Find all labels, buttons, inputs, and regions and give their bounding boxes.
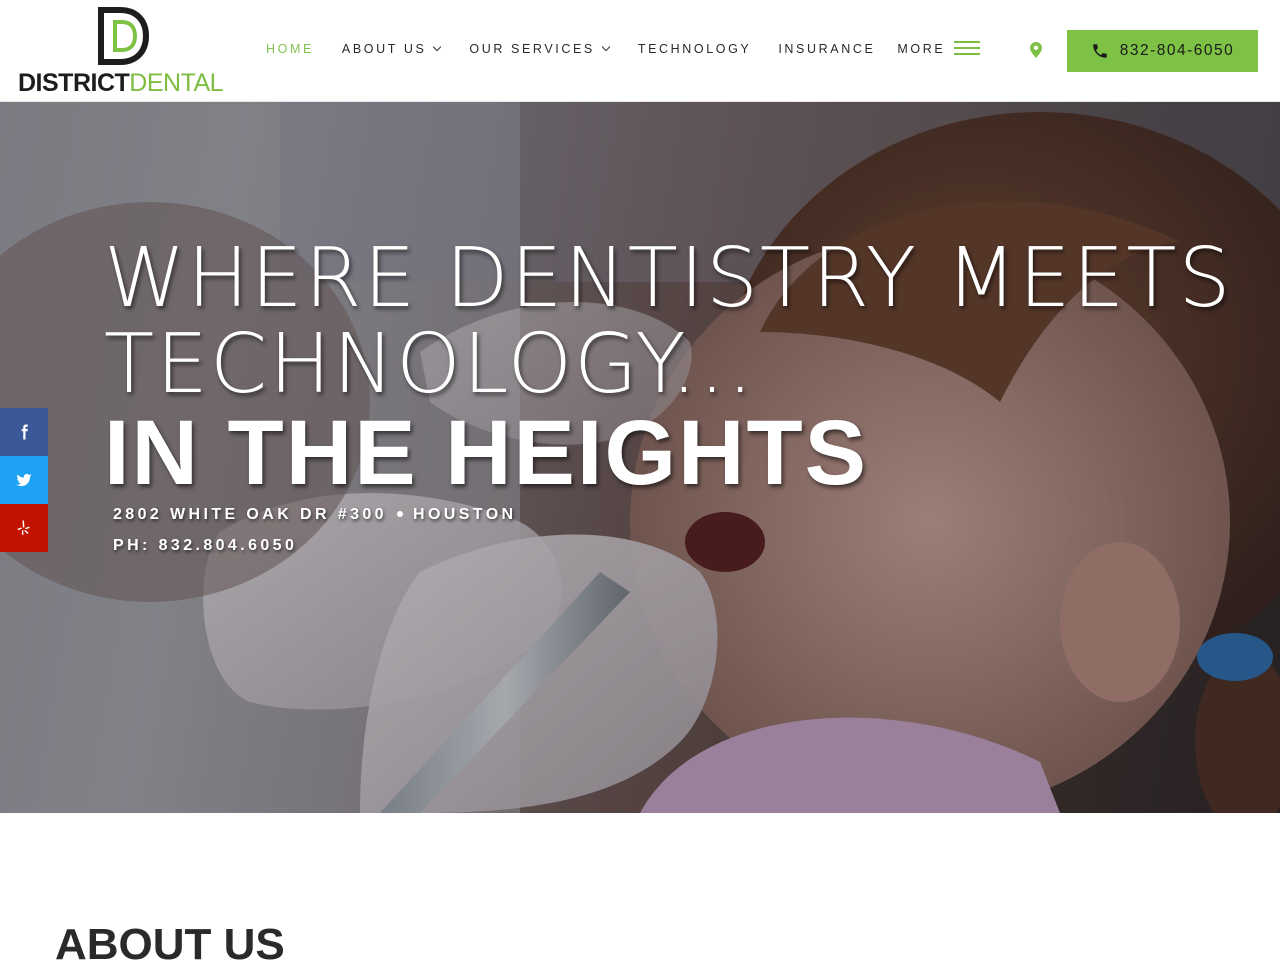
- hero-address-city: HOUSTON: [412, 506, 517, 523]
- yelp-link[interactable]: [0, 504, 48, 552]
- hero-headline-line2: TECHNOLOGY...: [104, 317, 756, 412]
- chevron-down-icon: [601, 42, 611, 52]
- nav-item-label: OUR SERVICES: [469, 42, 595, 56]
- chevron-down-icon: [433, 42, 442, 52]
- separator-dot-icon: [396, 510, 403, 517]
- map-pin-icon[interactable]: [1030, 42, 1042, 58]
- nav-item-label: TECHNOLOGY: [637, 42, 752, 56]
- main-nav: HOME ABOUT US OUR SERVICES TECHNOLOGY IN…: [266, 40, 945, 58]
- call-button-label: 832-804-6050: [1119, 42, 1235, 59]
- hamburger-icon[interactable]: [954, 41, 980, 55]
- nav-item-label: ABOUT US: [341, 42, 427, 56]
- call-button[interactable]: 832-804-6050: [1067, 30, 1258, 72]
- nav-item-more[interactable]: MORE: [897, 42, 945, 56]
- logo-wordmark-dental: DENTAL: [129, 69, 224, 97]
- twitter-link[interactable]: [0, 456, 48, 504]
- nav-item-label: INSURANCE: [778, 42, 876, 56]
- nav-item-home[interactable]: HOME: [266, 42, 314, 56]
- site-header: DISTRICTDENTAL HOME ABOUT US OUR SERVICE…: [0, 0, 1280, 102]
- facebook-icon: [21, 424, 28, 440]
- nav-item-insurance[interactable]: INSURANCE: [778, 42, 875, 56]
- logo-mark-icon: [98, 7, 150, 65]
- logo-wordmark-district: DISTRICT: [18, 69, 130, 97]
- phone-icon: [1092, 44, 1107, 58]
- hero-phone[interactable]: PH: 832.804.6050: [113, 537, 297, 555]
- district-dental-logo[interactable]: DISTRICTDENTAL: [18, 6, 224, 98]
- about-section-title: ABOUT US: [55, 920, 285, 960]
- nav-item-about-us[interactable]: ABOUT US: [341, 42, 442, 56]
- hero-address-street: 2802 WHITE OAK DR #300: [113, 506, 387, 523]
- yelp-icon: [17, 520, 30, 535]
- hero-address: 2802 WHITE OAK DR #300 HOUSTON: [113, 506, 517, 524]
- nav-item-our-services[interactable]: OUR SERVICES: [469, 42, 611, 56]
- nav-item-label: MORE: [897, 42, 946, 56]
- hero-banner: WHERE DENTISTRY MEETS TECHNOLOGY... IN T…: [0, 102, 1280, 813]
- hero-headline-line3: IN THE HEIGHTS: [104, 402, 869, 504]
- twitter-icon: [16, 473, 32, 487]
- logo-wordmark: DISTRICTDENTAL: [18, 69, 224, 97]
- hero-headline-line1: WHERE DENTISTRY MEETS: [104, 231, 1233, 326]
- nav-item-technology[interactable]: TECHNOLOGY: [638, 42, 752, 56]
- facebook-link[interactable]: [0, 408, 48, 456]
- nav-item-label: HOME: [266, 42, 314, 56]
- social-sidebar: [0, 408, 48, 552]
